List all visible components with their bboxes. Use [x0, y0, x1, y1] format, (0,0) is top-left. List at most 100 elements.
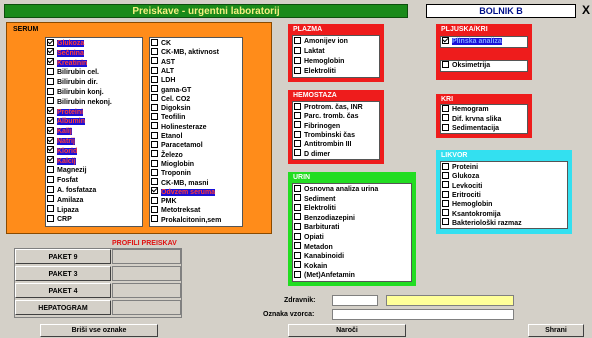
checkbox[interactable] — [47, 58, 54, 66]
checkbox-row[interactable]: Bilirubin konj. — [47, 87, 104, 97]
checkbox[interactable] — [294, 121, 301, 129]
checkbox[interactable] — [294, 271, 301, 279]
checkbox-row[interactable]: Trombinski čas — [294, 130, 355, 140]
checkbox-row[interactable]: Amonijev ion — [294, 36, 348, 46]
checkbox[interactable] — [47, 77, 54, 85]
checkbox[interactable] — [294, 102, 301, 110]
checkbox[interactable] — [294, 223, 301, 231]
checkbox-row[interactable]: AST — [151, 57, 175, 67]
checkbox-row[interactable]: Bilirubin dir. — [47, 77, 98, 87]
checkbox-row[interactable]: Elektroliti — [294, 66, 336, 76]
checkbox[interactable] — [47, 48, 54, 56]
checkbox[interactable] — [442, 181, 449, 189]
checkbox-row[interactable]: Kalij — [47, 126, 72, 136]
checkbox-row[interactable]: Barbiturati — [294, 223, 339, 232]
checkbox-row[interactable]: Hemoglobin — [442, 199, 492, 209]
vzorec-input[interactable] — [332, 309, 514, 320]
checkbox-row[interactable]: gama-GT — [151, 85, 191, 95]
checkbox-row[interactable]: Kalcij — [47, 156, 76, 166]
checkbox[interactable] — [47, 175, 54, 183]
checkbox[interactable] — [151, 85, 158, 93]
checkbox-row[interactable]: Benzodiazepini — [294, 213, 355, 223]
checkbox[interactable] — [442, 218, 449, 226]
checkbox-row[interactable]: Sečnina — [47, 48, 84, 58]
checkbox-row[interactable]: Kokain — [294, 261, 327, 271]
checkbox[interactable] — [151, 103, 158, 111]
checkbox[interactable] — [47, 126, 54, 134]
checkbox-row[interactable]: Klorid — [47, 146, 78, 156]
checkbox-row[interactable]: Osnovna analiza urina — [294, 184, 378, 194]
checkbox[interactable] — [294, 111, 301, 119]
checkbox[interactable] — [442, 123, 449, 131]
checkbox[interactable] — [294, 194, 301, 202]
checkbox[interactable] — [47, 215, 54, 223]
checkbox[interactable] — [151, 140, 158, 148]
checkbox-row[interactable]: Elektroliti — [294, 203, 336, 213]
checkbox-row[interactable]: Cel. CO2 — [151, 94, 190, 104]
checkbox-row[interactable]: Levkociti — [442, 181, 482, 191]
checkbox-row[interactable]: Laktat — [294, 46, 325, 56]
checkbox-row[interactable]: Holinesteraze — [151, 122, 207, 132]
checkbox[interactable] — [47, 146, 54, 154]
profile-button[interactable]: PAKET 3 — [15, 266, 111, 281]
checkbox-row[interactable]: CK-MB, aktivnost — [151, 47, 219, 57]
checkbox-row[interactable]: (Met)Anfetamin — [294, 271, 355, 280]
checkbox-row[interactable]: Dif. krvna slika — [442, 114, 501, 124]
checkbox-row[interactable]: LDH — [151, 75, 175, 85]
checkbox-row[interactable]: Eritrociti — [442, 190, 481, 200]
checkbox[interactable] — [294, 66, 301, 74]
save-button[interactable]: Shrani — [528, 324, 584, 337]
checkbox[interactable] — [151, 47, 158, 55]
profile-button[interactable]: PAKET 9 — [15, 249, 111, 264]
checkbox[interactable] — [442, 162, 449, 170]
checkbox[interactable] — [294, 213, 301, 221]
checkbox[interactable] — [47, 136, 54, 144]
checkbox-row[interactable]: D dimer — [294, 149, 330, 159]
checkbox-row[interactable]: Antitrombin III — [294, 139, 351, 149]
checkbox[interactable] — [294, 251, 301, 259]
order-button[interactable]: Naroči — [288, 324, 406, 337]
checkbox[interactable] — [294, 203, 301, 211]
checkbox-row[interactable]: Bakteriološki razmaz — [442, 218, 522, 228]
checkbox[interactable] — [47, 117, 54, 125]
checkbox-row[interactable]: Digoksin — [151, 103, 191, 113]
checkbox[interactable] — [151, 131, 158, 139]
checkbox-row[interactable]: CRP — [47, 215, 72, 224]
checkbox-row[interactable]: Hemogram — [442, 104, 489, 114]
checkbox-row[interactable]: Odvzem seruma — [151, 187, 216, 197]
checkbox[interactable] — [294, 232, 301, 240]
checkbox[interactable] — [151, 66, 158, 74]
checkbox-row[interactable]: Bilirubin nekonj. — [47, 97, 112, 107]
checkbox-row[interactable]: Opiati — [294, 232, 324, 242]
checkbox[interactable] — [47, 205, 54, 213]
checkbox-row[interactable]: Kreatinin — [47, 58, 88, 68]
checkbox[interactable] — [294, 139, 301, 147]
checkbox-row[interactable]: Fosfat — [47, 175, 78, 185]
checkbox[interactable] — [151, 38, 158, 46]
checkbox[interactable] — [442, 104, 449, 112]
checkbox[interactable] — [151, 75, 158, 83]
checkbox[interactable] — [442, 199, 449, 207]
checkbox-row[interactable]: Etanol — [151, 131, 182, 141]
checkbox[interactable] — [151, 150, 158, 158]
checkbox[interactable] — [151, 215, 158, 223]
checkbox-row[interactable]: Magnezij — [47, 166, 87, 175]
checkbox[interactable] — [294, 149, 301, 157]
checkbox-row[interactable]: Plinska analiza — [442, 36, 502, 46]
checkbox[interactable] — [442, 60, 449, 68]
checkbox-row[interactable]: Fibrinogen — [294, 121, 340, 131]
checkbox[interactable] — [151, 196, 158, 204]
checkbox-row[interactable]: Glukoza — [442, 171, 479, 181]
checkbox[interactable] — [294, 46, 301, 54]
checkbox-row[interactable]: Lipaza — [47, 205, 79, 215]
checkbox-row[interactable]: Amilaza — [47, 195, 83, 205]
checkbox-row[interactable]: A. fosfataza — [47, 185, 96, 195]
checkbox[interactable] — [151, 206, 158, 214]
checkbox[interactable] — [442, 114, 449, 122]
checkbox[interactable] — [294, 242, 301, 250]
zdravnik-code-input[interactable] — [332, 295, 378, 306]
checkbox[interactable] — [151, 94, 158, 102]
checkbox[interactable] — [47, 166, 54, 174]
checkbox[interactable] — [151, 168, 158, 176]
checkbox-row[interactable]: Paracetamol — [151, 140, 203, 150]
